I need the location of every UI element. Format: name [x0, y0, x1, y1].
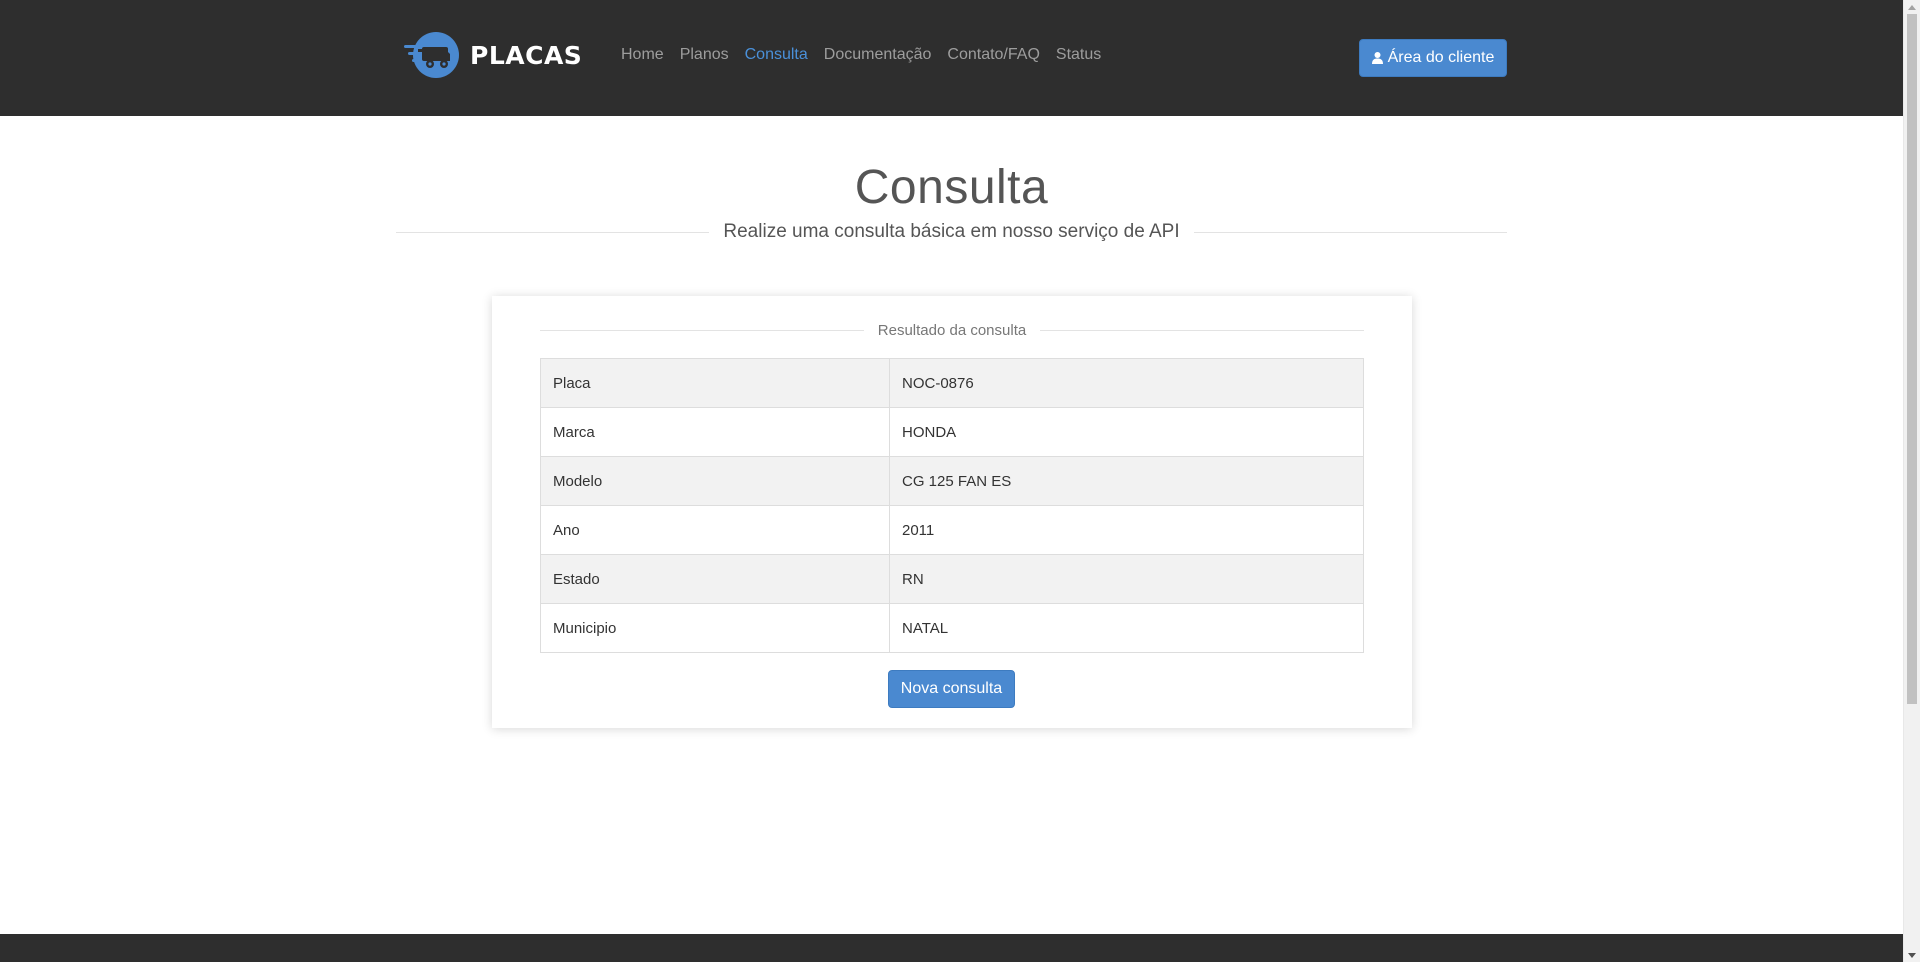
divider-line-left	[396, 231, 710, 233]
nav-documentacao[interactable]: Documentação	[824, 44, 932, 66]
new-query-button[interactable]: Nova consulta	[888, 670, 1015, 708]
top-navbar: PLACAS Home Planos Consulta Documentação…	[0, 0, 1903, 116]
footer	[0, 934, 1903, 962]
brand-logo[interactable]: PLACAS	[404, 31, 582, 79]
scroll-down-arrow-icon[interactable]	[1904, 948, 1920, 962]
page-scrollbar[interactable]	[1903, 0, 1920, 962]
result-legend-divider: Resultado da consulta	[540, 320, 1364, 340]
row-value-modelo: CG 125 FAN ES	[889, 456, 1364, 506]
table-row: Ano 2011	[540, 505, 1364, 555]
row-value-placa: NOC-0876	[889, 358, 1364, 408]
delivery-truck-logo-icon	[404, 32, 459, 78]
page-subtitle: Realize uma consulta básica em nosso ser…	[723, 221, 1180, 242]
nav-consulta[interactable]: Consulta	[745, 44, 808, 66]
user-icon	[1371, 52, 1383, 64]
table-row: Municipio NATAL	[540, 603, 1364, 653]
scrollbar-thumb[interactable]	[1907, 14, 1917, 704]
legend-line-right	[1040, 329, 1364, 331]
legend-line-left	[540, 329, 864, 331]
table-row: Marca HONDA	[540, 407, 1364, 457]
row-value-municipio: NATAL	[889, 603, 1364, 653]
client-area-button[interactable]: Área do cliente	[1359, 39, 1507, 77]
row-label-municipio: Municipio	[540, 603, 890, 653]
client-area-label: Área do cliente	[1387, 49, 1495, 66]
table-row: Placa NOC-0876	[540, 358, 1364, 408]
table-row: Estado RN	[540, 554, 1364, 604]
brand-name: PLACAS	[470, 40, 583, 70]
row-value-ano: 2011	[889, 505, 1364, 555]
row-label-modelo: Modelo	[540, 456, 890, 506]
nav-contato-faq[interactable]: Contato/FAQ	[947, 44, 1040, 66]
table-row: Modelo CG 125 FAN ES	[540, 456, 1364, 506]
page-title: Consulta	[854, 161, 1049, 214]
row-label-placa: Placa	[540, 358, 890, 408]
divider-line-right	[1193, 231, 1508, 233]
result-card: Resultado da consulta Placa NOC-0876 Mar…	[492, 296, 1412, 728]
scroll-up-arrow-icon[interactable]	[1904, 0, 1920, 14]
result-table: Placa NOC-0876 Marca HONDA Modelo CG 125…	[540, 358, 1364, 653]
row-label-ano: Ano	[540, 505, 890, 555]
result-legend: Resultado da consulta	[877, 321, 1027, 339]
row-value-marca: HONDA	[889, 407, 1364, 457]
row-value-estado: RN	[889, 554, 1364, 604]
nav-home[interactable]: Home	[621, 44, 664, 66]
nav-status[interactable]: Status	[1056, 44, 1101, 66]
nav-planos[interactable]: Planos	[680, 44, 729, 66]
main-nav: Home Planos Consulta Documentação Contat…	[621, 44, 1117, 66]
subtitle-divider: Realize uma consulta básica em nosso ser…	[396, 220, 1508, 244]
row-label-estado: Estado	[540, 554, 890, 604]
row-label-marca: Marca	[540, 407, 890, 457]
